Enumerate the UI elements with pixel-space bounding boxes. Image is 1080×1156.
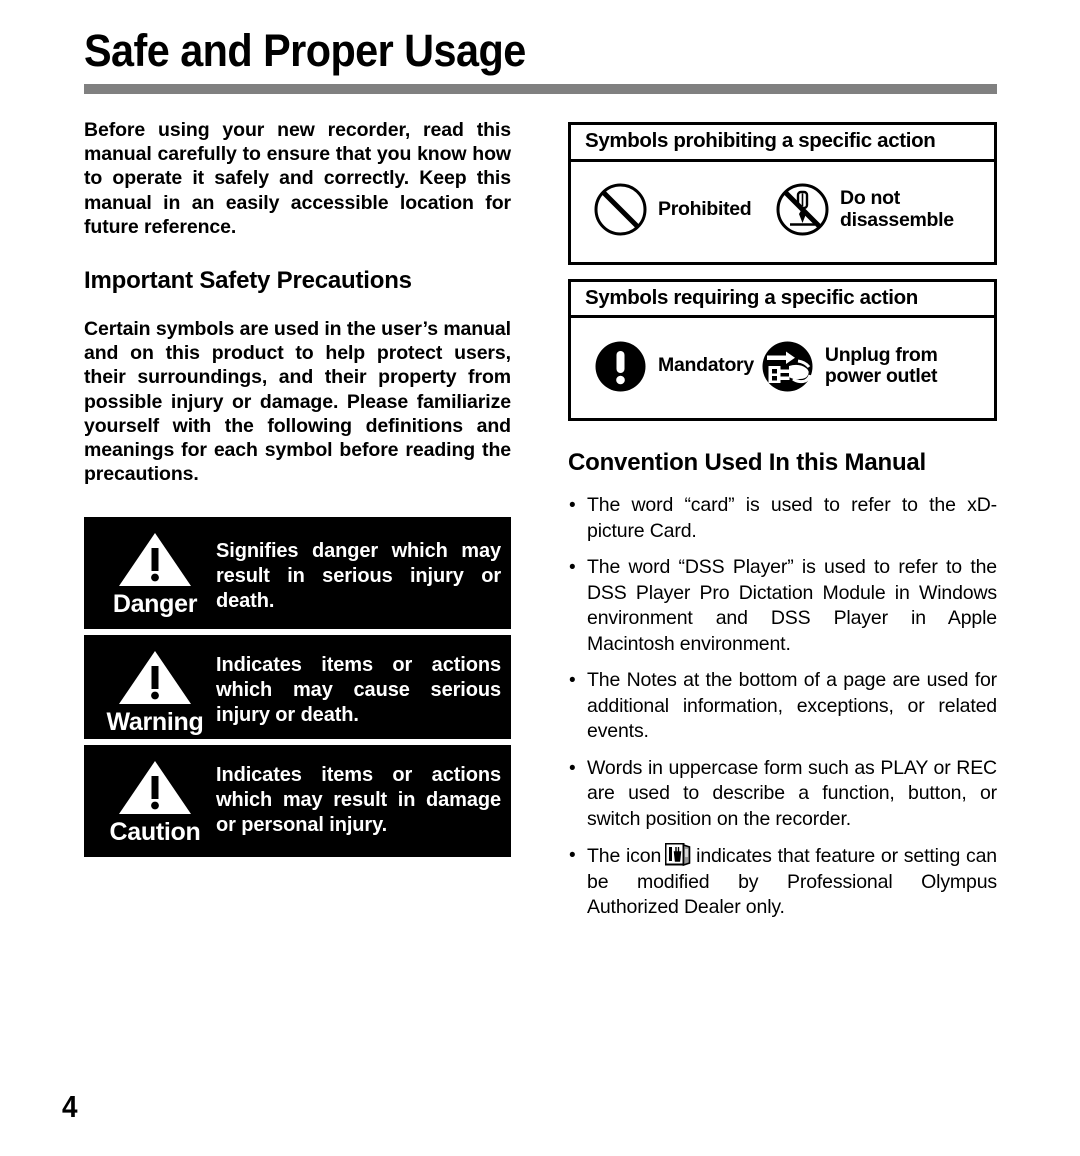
heading-convention-used-in-this-manual: Convention Used In this Manual bbox=[568, 449, 927, 477]
last-bullet-text-before-icon: The icon bbox=[587, 845, 662, 868]
symbol-label-mandatory: Mandatory bbox=[658, 354, 754, 377]
list-item: The word “DSS Player” is used to refer t… bbox=[568, 555, 997, 657]
heading-important-safety-precautions: Important Safety Precautions bbox=[84, 267, 412, 295]
symbols-prohibiting-body: Prohibited Do not disassemble bbox=[571, 162, 994, 262]
warning-triangle-icon bbox=[118, 649, 192, 705]
convention-bullet-list: The word “card” is used to refer to the … bbox=[568, 493, 997, 921]
professional-tools-icon bbox=[665, 843, 692, 867]
mandatory-exclamation-icon bbox=[593, 339, 648, 394]
danger-label: Danger bbox=[112, 590, 198, 619]
warning-box: Warning Indicates items or actions which… bbox=[84, 635, 511, 740]
warning-box-symbol-area: Warning bbox=[96, 643, 214, 735]
danger-text: Signifies danger which may result in ser… bbox=[216, 540, 501, 613]
warning-boxes-group: Danger Signifies danger which may result… bbox=[84, 517, 511, 858]
caution-label: Caution bbox=[109, 818, 201, 847]
caution-box-symbol-area: Caution bbox=[96, 753, 214, 849]
symbol-item-unplug-from-power-outlet: Unplug from power outlet bbox=[754, 339, 994, 394]
symbols-prohibiting-header: Symbols prohibiting a specific action bbox=[571, 125, 994, 162]
symbols-requiring-box: Symbols requiring a specific action Mand… bbox=[568, 278, 997, 422]
page-number: 4 bbox=[62, 1089, 78, 1124]
symbol-item-do-not-disassemble: Do not disassemble bbox=[769, 182, 994, 237]
warning-text: Indicates items or actions which may cau… bbox=[216, 654, 501, 727]
danger-box: Danger Signifies danger which may result… bbox=[84, 517, 511, 630]
danger-box-symbol-area: Danger bbox=[96, 525, 214, 621]
prohibited-circle-slash-icon bbox=[593, 182, 648, 237]
title-divider-rule bbox=[84, 84, 997, 94]
manual-page: Safe and Proper Usage Before using your … bbox=[0, 0, 1080, 1156]
intro-paragraph: Before using your new recorder, read thi… bbox=[84, 119, 511, 238]
symbol-item-mandatory: Mandatory bbox=[571, 339, 754, 394]
list-item: The Notes at the bottom of a page are us… bbox=[568, 668, 997, 745]
list-item-with-icon: The icon indicates that feature or setti… bbox=[568, 843, 997, 921]
page-title: Safe and Proper Usage bbox=[84, 25, 526, 76]
caution-text: Indicates items or actions which may res… bbox=[216, 764, 501, 837]
list-item: The word “card” is used to refer to the … bbox=[568, 493, 997, 544]
right-column: Symbols prohibiting a specific action Pr… bbox=[568, 122, 997, 932]
unplug-power-outlet-icon bbox=[760, 339, 815, 394]
symbols-prohibiting-box: Symbols prohibiting a specific action Pr… bbox=[568, 122, 997, 265]
precautions-paragraph: Certain symbols are used in the user’s m… bbox=[84, 318, 511, 486]
list-item: Words in uppercase form such as PLAY or … bbox=[568, 756, 997, 833]
symbol-label-do-not-disassemble: Do not disassemble bbox=[840, 187, 954, 231]
warning-label: Warning bbox=[106, 708, 204, 737]
do-not-disassemble-icon bbox=[775, 182, 830, 237]
caution-box: Caution Indicates items or actions which… bbox=[84, 745, 511, 858]
symbol-item-prohibited: Prohibited bbox=[571, 182, 769, 237]
left-column: Before using your new recorder, read thi… bbox=[84, 118, 511, 863]
warning-triangle-icon bbox=[118, 531, 192, 587]
warning-triangle-icon bbox=[118, 759, 192, 815]
symbols-requiring-body: Mandatory Unplug from power outlet bbox=[571, 318, 994, 418]
symbol-label-unplug-from-power-outlet: Unplug from power outlet bbox=[824, 343, 938, 388]
symbol-label-prohibited: Prohibited bbox=[658, 197, 752, 220]
symbols-requiring-header: Symbols requiring a specific action bbox=[571, 282, 994, 319]
